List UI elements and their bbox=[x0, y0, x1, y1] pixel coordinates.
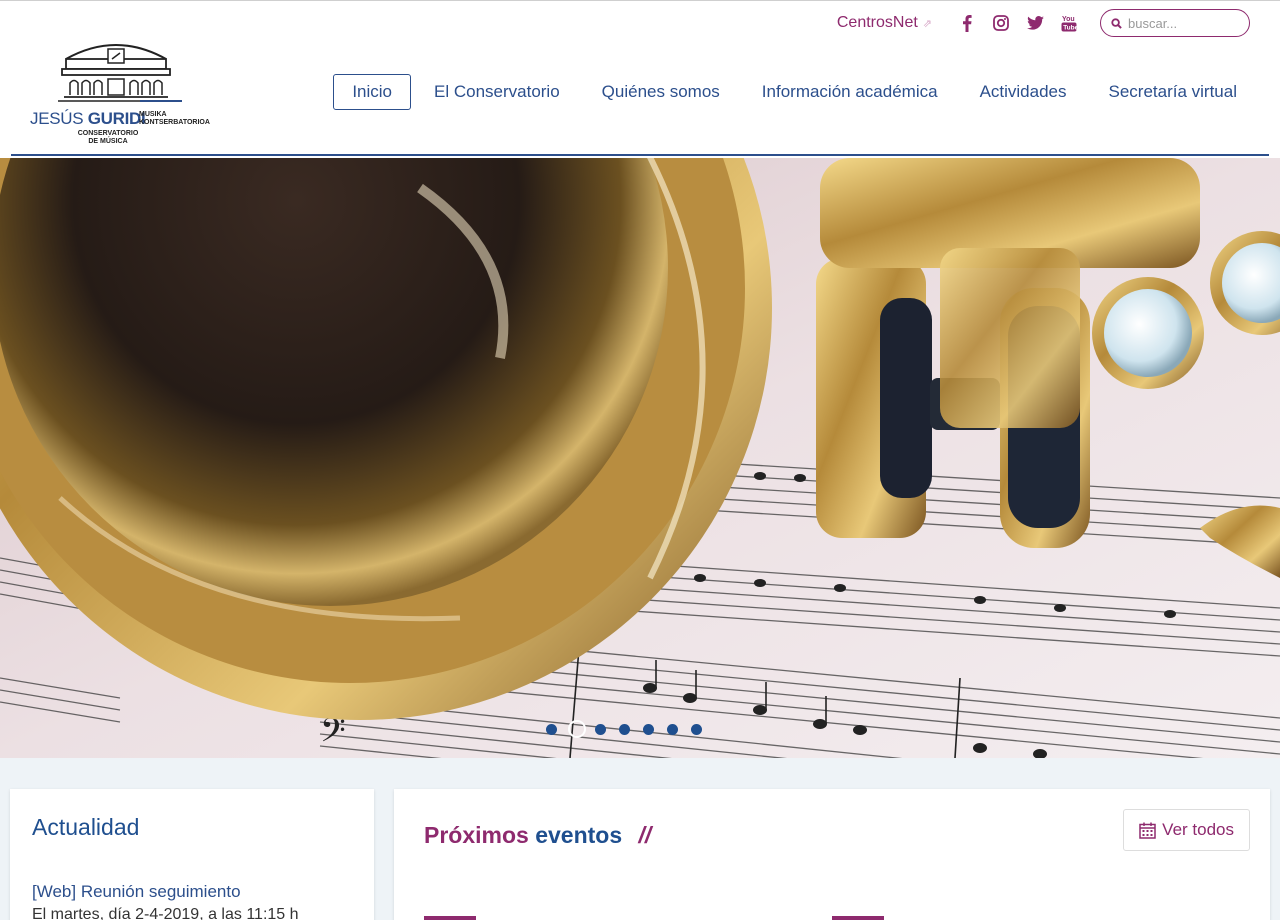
view-all-events-button[interactable]: Ver todos bbox=[1123, 809, 1250, 851]
events-title-slash: // bbox=[638, 822, 652, 848]
logo-side-line1: MUSIKA bbox=[139, 111, 167, 118]
logo-name: JESÚS GURIDI bbox=[30, 109, 146, 129]
news-item-link[interactable]: [Web] Reunión seguimiento bbox=[32, 882, 241, 902]
events-title-part1: Próximos bbox=[424, 822, 529, 848]
event-date-badge bbox=[832, 916, 884, 920]
event-date-badge bbox=[424, 916, 476, 920]
search-icon[interactable] bbox=[1111, 17, 1122, 29]
nav-item-actividades[interactable]: Actividades bbox=[961, 74, 1086, 110]
instagram-icon[interactable] bbox=[989, 11, 1013, 35]
carousel-dot-1[interactable] bbox=[546, 723, 557, 735]
svg-text:Tube: Tube bbox=[1063, 25, 1077, 32]
facebook-icon[interactable] bbox=[955, 11, 979, 35]
view-all-label: Ver todos bbox=[1162, 820, 1234, 839]
youtube-icon[interactable]: You Tube bbox=[1057, 11, 1081, 35]
news-item-excerpt: El martes, día 2-4-2019, a las 11:15 h bbox=[32, 906, 299, 920]
main-content: Actualidad [Web] Reunión seguimiento El … bbox=[0, 758, 1280, 920]
site-header: JESÚS GURIDI MUSIKA KONTSERBATORIOA CONS… bbox=[0, 1, 1280, 157]
hero-carousel[interactable]: 𝄞 𝄢 bbox=[0, 158, 1280, 758]
twitter-icon[interactable] bbox=[1023, 11, 1047, 35]
news-title: Actualidad bbox=[32, 814, 140, 840]
nav-item-quienes-somos[interactable]: Quiénes somos bbox=[583, 74, 739, 110]
nav-item-inicio[interactable]: Inicio bbox=[333, 74, 411, 110]
logo-sub-line1: CONSERVATORIO bbox=[77, 130, 139, 137]
utility-bar: CentrosNet ⇗ You Tube bbox=[837, 9, 1250, 37]
centrosnet-link[interactable]: CentrosNet ⇗ bbox=[837, 14, 932, 32]
centrosnet-label: CentrosNet bbox=[836, 14, 918, 31]
logo-basque-name: MUSIKA KONTSERBATORIOA bbox=[139, 111, 210, 127]
carousel-dot-4[interactable] bbox=[619, 723, 630, 735]
header-divider bbox=[11, 154, 1269, 156]
search-box bbox=[1100, 9, 1250, 37]
logo-side-line2: KONTSERBATORIOA bbox=[139, 119, 210, 126]
nav-item-secretaria-virtual[interactable]: Secretaría virtual bbox=[1090, 74, 1257, 110]
logo-sub-line2: DE MÚSICA bbox=[88, 138, 128, 145]
carousel-dot-3[interactable] bbox=[595, 723, 606, 735]
logo-spanish-name: CONSERVATORIO DE MÚSICA bbox=[68, 130, 148, 146]
events-panel: Próximos eventos // Ver todos bbox=[394, 789, 1270, 920]
nav-item-informacion-academica[interactable]: Información académica bbox=[743, 74, 957, 110]
svg-text:You: You bbox=[1062, 16, 1075, 23]
main-nav: Inicio El Conservatorio Quiénes somos In… bbox=[329, 74, 1256, 110]
building-logo-icon bbox=[58, 44, 182, 102]
news-panel: Actualidad [Web] Reunión seguimiento El … bbox=[10, 789, 374, 920]
logo-name-first: JESÚS bbox=[30, 109, 84, 128]
carousel-dot-6[interactable] bbox=[667, 723, 678, 735]
calendar-icon bbox=[1139, 822, 1156, 839]
events-title: Próximos eventos // bbox=[424, 822, 651, 849]
carousel-indicators bbox=[546, 720, 715, 738]
external-link-icon: ⇗ bbox=[922, 17, 932, 30]
logo-name-second: GURIDI bbox=[87, 109, 146, 128]
carousel-dot-2[interactable] bbox=[568, 720, 586, 738]
carousel-dot-7[interactable] bbox=[691, 723, 702, 735]
events-title-part2: eventos bbox=[535, 822, 623, 848]
saxophone-sheet-music-image: 𝄞 𝄢 bbox=[0, 158, 1280, 758]
carousel-dot-5[interactable] bbox=[643, 723, 654, 735]
conservatory-logo[interactable]: JESÚS GURIDI MUSIKA KONTSERBATORIOA CONS… bbox=[28, 37, 210, 149]
nav-item-el-conservatorio[interactable]: El Conservatorio bbox=[415, 74, 579, 110]
search-input[interactable] bbox=[1128, 15, 1238, 31]
